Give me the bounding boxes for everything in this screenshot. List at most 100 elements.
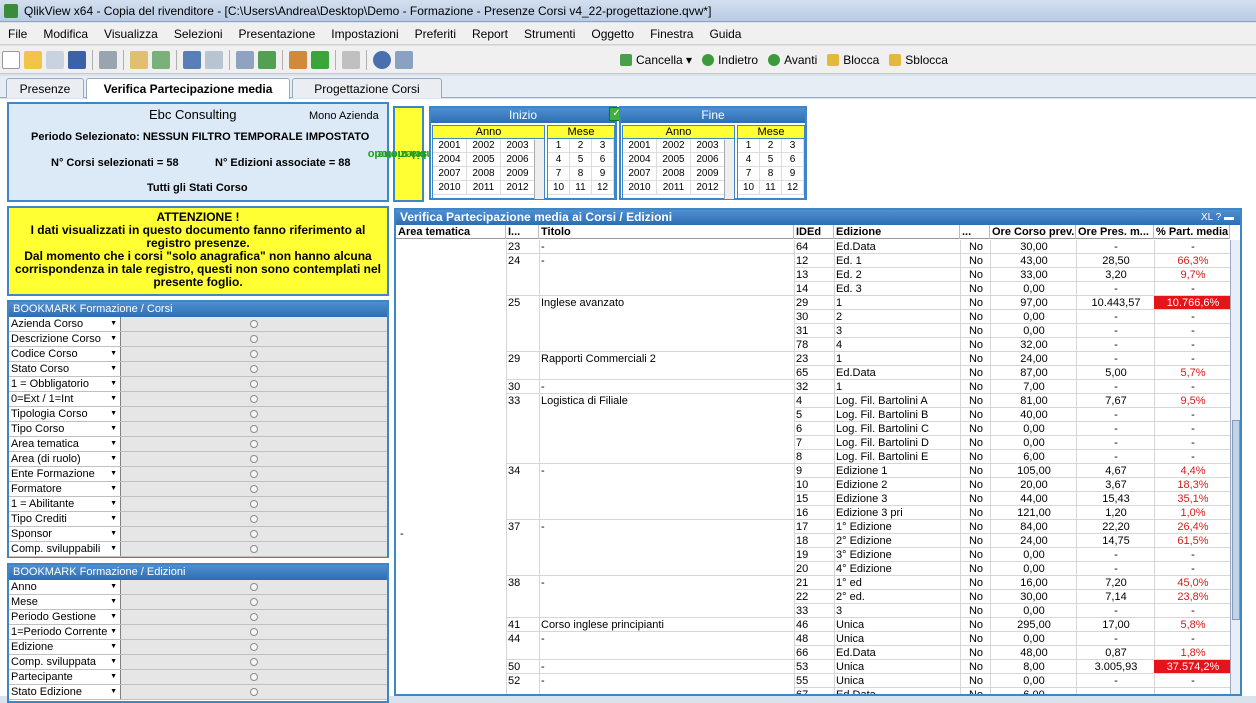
menu-preferiti[interactable]: Preferiti [407,27,464,41]
dropdown-arrow-icon[interactable]: ▼ [110,625,120,639]
bookmark-field-value[interactable] [121,482,387,496]
bookmark-field-row[interactable]: Area (di ruolo) ▼ [9,452,387,467]
dropdown-arrow-icon[interactable]: ▼ [110,610,120,624]
table-row[interactable]: 34 - 9 Edizione 1 No 105,00 4,67 4,4% [396,464,1230,478]
tab-progettazione-corsi[interactable]: Progettazione Corsi [292,78,442,98]
year-cell[interactable]: 2004 [433,153,467,167]
year-cell[interactable]: 2007 [433,167,467,181]
bookmark-field-row[interactable]: Stato Edizione ▼ [9,685,387,700]
table-row[interactable]: 41 Corso inglese principianti 46 Unica No 295… [396,618,1230,632]
month-cell[interactable]: 8 [570,167,592,181]
dropdown-arrow-icon[interactable]: ▼ [110,347,120,361]
table-row[interactable]: 50 - 53 Unica No 8,00 3.005,93 37.574,2% [396,660,1230,674]
table-row[interactable]: 44 - 48 Unica No 0,00 - - [396,632,1230,646]
month-cell[interactable]: 11 [570,181,592,195]
year-cell[interactable]: 2012 [691,181,725,195]
bookmark-field-name[interactable]: Comp. sviluppabili ▼ [9,542,121,556]
year-cell[interactable]: 2008 [657,167,691,181]
table-row[interactable]: 10 Edizione 2 No 20,00 3,67 18,3% [396,478,1230,492]
new-document-icon[interactable] [2,50,20,69]
column-header[interactable]: Area tematica [396,225,506,239]
bookmark-field-name[interactable]: Edizione ▼ [9,640,121,654]
month-cell[interactable]: 1 [548,139,570,153]
month-cell[interactable]: 7 [738,167,760,181]
month-cell[interactable]: 2 [570,139,592,153]
inizio-anno-scrollbar[interactable] [534,140,544,199]
year-cell[interactable]: 2012 [501,181,535,195]
column-header[interactable]: Edizione [834,225,960,239]
bookmark-field-name[interactable]: Stato Corso ▼ [9,362,121,376]
dropdown-arrow-icon[interactable]: ▼ [110,377,120,391]
year-cell[interactable]: 2005 [657,153,691,167]
bookmark-field-name[interactable]: Tipo Crediti ▼ [9,512,121,526]
bookmark-field-row[interactable]: Edizione ▼ [9,640,387,655]
month-cell[interactable]: 4 [548,153,570,167]
table-row[interactable]: 6 Log. Fil. Bartolini C No 0,00 - - [396,422,1230,436]
bookmark-field-row[interactable]: Tipo Crediti ▼ [9,512,387,527]
bookmark-field-value[interactable] [121,685,387,699]
save-icon[interactable] [68,50,86,69]
menu-report[interactable]: Report [464,27,516,41]
dropdown-arrow-icon[interactable]: ▼ [110,332,120,346]
bookmark-field-row[interactable]: Azienda Corso ▼ [9,317,387,332]
bookmark-field-value[interactable] [121,610,387,624]
dropdown-arrow-icon[interactable]: ▼ [110,497,120,511]
cambia-metodo-button[interactable]: Cambia metodo di selezione [367,106,450,202]
year-cell[interactable]: 2009 [691,167,725,181]
dropdown-arrow-icon[interactable]: ▼ [110,437,120,451]
dropdown-arrow-icon[interactable]: ▼ [110,512,120,526]
bookmark-field-name[interactable]: Area tematica ▼ [9,437,121,451]
month-cell[interactable]: 7 [548,167,570,181]
table-row[interactable]: 37 - 17 1° Edizione No 84,00 22,20 26,4% [396,520,1230,534]
year-cell[interactable]: 2008 [467,167,501,181]
bookmark-field-value[interactable] [121,497,387,511]
menu-modifica[interactable]: Modifica [35,27,96,41]
table-row[interactable]: 18 2° Edizione No 24,00 14,75 61,5% [396,534,1230,548]
search-icon[interactable] [236,50,254,69]
table-row[interactable]: 8 Log. Fil. Bartolini E No 6,00 - - [396,450,1230,464]
bookmark-field-value[interactable] [121,362,387,376]
indietro-button[interactable]: Indietro [702,53,758,67]
column-header[interactable]: ... [960,225,990,239]
year-cell[interactable]: 2011 [657,181,691,195]
bookmark-field-row[interactable]: Comp. sviluppabili ▼ [9,542,387,557]
bookmark-field-row[interactable]: Area tematica ▼ [9,437,387,452]
table-row[interactable]: 30 - 32 1 No 7,00 - - [396,380,1230,394]
bookmark-field-value[interactable] [121,452,387,466]
bookmark-field-name[interactable]: Stato Edizione ▼ [9,685,121,699]
table-row[interactable]: 78 4 No 32,00 - - [396,338,1230,352]
bookmark-field-name[interactable]: 0=Ext / 1=Int ▼ [9,392,121,406]
year-cell[interactable]: 2003 [501,139,535,153]
bookmark-field-value[interactable] [121,437,387,451]
blocca-button[interactable]: Blocca [827,53,879,67]
sblocca-button[interactable]: Sblocca [889,53,948,67]
bookmark-field-value[interactable] [121,392,387,406]
properties-icon[interactable] [342,50,360,69]
dropdown-arrow-icon[interactable]: ▼ [110,527,120,541]
avanti-button[interactable]: Avanti [768,53,817,67]
current-selections-icon[interactable] [258,50,276,69]
month-cell[interactable]: 1 [738,139,760,153]
bookmark-field-name[interactable]: Codice Corso ▼ [9,347,121,361]
table-row[interactable]: 13 Ed. 2 No 33,00 3,20 9,7% [396,268,1230,282]
bookmark-field-row[interactable]: Anno ▼ [9,580,387,595]
bookmark-field-row[interactable]: 1 = Abilitante ▼ [9,497,387,512]
table-scrollbar[interactable] [1230,240,1240,694]
cancella-button[interactable]: Cancella ▾ [620,53,692,67]
month-cell[interactable]: 10 [738,181,760,195]
menu-finestra[interactable]: Finestra [642,27,701,41]
year-cell[interactable]: 2003 [691,139,725,153]
edit-script-icon[interactable] [130,50,148,69]
bookmark-field-name[interactable]: Azienda Corso ▼ [9,317,121,331]
table-row[interactable]: 16 Edizione 3 pri No 121,00 1,20 1,0% [396,506,1230,520]
dropdown-arrow-icon[interactable]: ▼ [110,467,120,481]
table-row[interactable]: 20 4° Edizione No 0,00 - - [396,562,1230,576]
fine-anno-scrollbar[interactable] [724,140,734,199]
menu-impostazioni[interactable]: Impostazioni [323,27,406,41]
year-cell[interactable]: 2011 [467,181,501,195]
year-cell[interactable]: 2005 [467,153,501,167]
table-row[interactable]: 52 - 55 Unica No 0,00 - - [396,674,1230,688]
table-scrollbar-thumb[interactable] [1232,420,1240,620]
table-row[interactable]: 67 Ed.Data No 6,00 - - [396,688,1230,694]
table-row[interactable]: 15 Edizione 3 No 44,00 15,43 35,1% [396,492,1230,506]
